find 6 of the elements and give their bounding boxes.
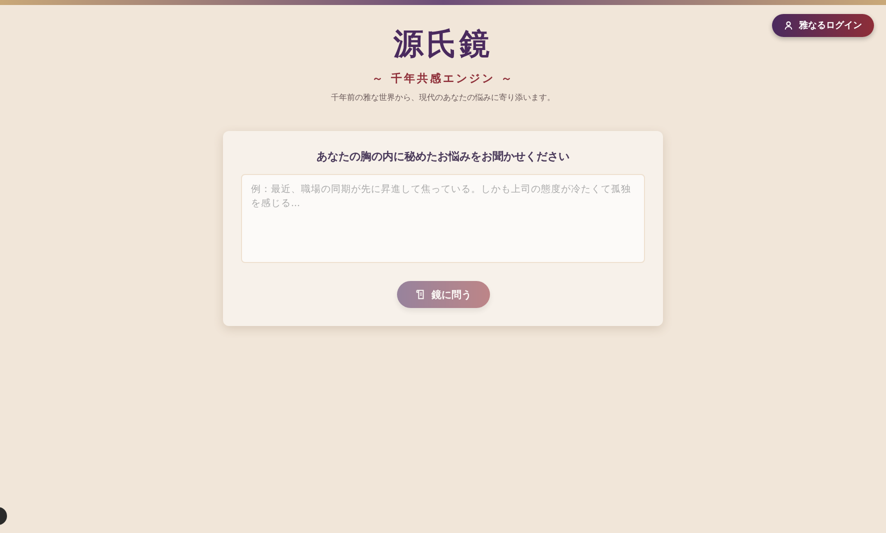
tagline: 千年前の雅な世界から、現代のあなたの悩みに寄り添います。 xyxy=(331,92,555,103)
form-heading: あなたの胸の内に秘めたお悩みをお聞かせください xyxy=(316,149,570,164)
subtitle: ～ 千年共感エンジン ～ xyxy=(372,71,514,86)
worry-input-field[interactable]: 例：最近、職場の同期が先に昇進して焦っている。しかも上司の態度が冷たくて孤独を感じる... xyxy=(241,174,645,263)
login-button[interactable]: 雅なるログイン xyxy=(772,14,874,37)
app-title: 源氏鏡 xyxy=(394,26,492,64)
